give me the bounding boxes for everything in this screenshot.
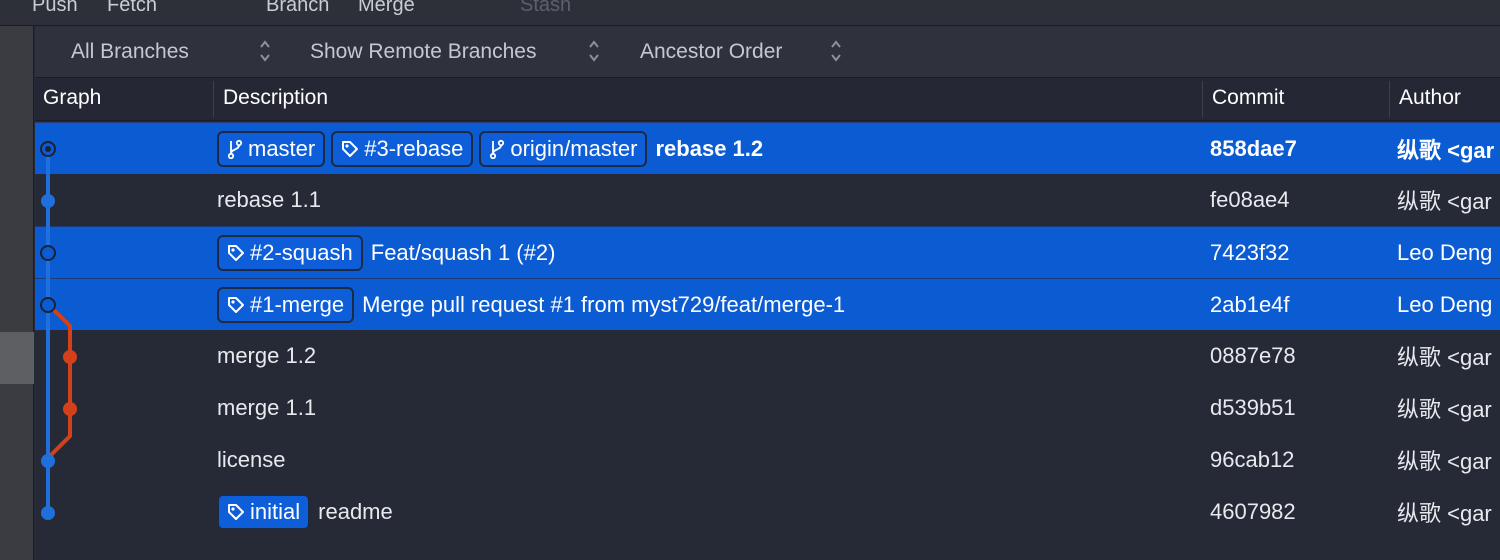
commit-node[interactable]	[40, 297, 56, 313]
commit-row[interactable]: rebase 1.1 fe08ae4 纵歌 <gar	[35, 174, 1500, 226]
branches-stepper-icon[interactable]	[259, 38, 271, 64]
commit-hash: fe08ae4	[1210, 187, 1290, 212]
ref-label: #1-merge	[250, 292, 345, 317]
remote-filter-label: Show Remote Branches	[310, 40, 537, 63]
commit-message: merge 1.1	[217, 395, 317, 420]
ref-label: #3-rebase	[364, 136, 464, 161]
remote-stepper-icon[interactable]	[588, 38, 600, 64]
branches-filter-label: All Branches	[71, 40, 189, 63]
order-stepper-icon[interactable]	[830, 38, 842, 64]
commit-message: Feat/squash 1 (#2)	[370, 240, 556, 265]
sidebar-selected-item[interactable]	[0, 332, 34, 384]
commit-author: 纵歌 <gar	[1397, 345, 1492, 370]
commit-graph	[40, 141, 77, 520]
commit-author: 纵歌 <gar	[1397, 501, 1492, 526]
column-divider[interactable]	[1389, 81, 1390, 117]
branches-filter[interactable]: All Branches	[71, 26, 189, 78]
description-cell: initial readme	[217, 486, 393, 538]
commit-hash: 4607982	[1210, 499, 1296, 524]
tag-badge[interactable]: initial	[217, 494, 311, 530]
commit-hash: 96cab12	[1210, 447, 1295, 472]
commit-node[interactable]	[41, 454, 55, 468]
commit-message: readme	[318, 499, 393, 524]
description-cell: license	[217, 434, 285, 486]
commit-row[interactable]: #2-squash Feat/squash 1 (#2) 7423f32 Leo De…	[35, 226, 1500, 278]
commit-author: Leo Deng	[1397, 292, 1493, 317]
commit-author: 纵歌 <gar	[1397, 138, 1495, 163]
commit-message: merge 1.2	[217, 343, 317, 368]
tag-icon	[228, 504, 244, 520]
stash-button[interactable]: Stash	[520, 0, 571, 17]
branch-badge[interactable]: master	[217, 131, 326, 167]
branch-icon	[227, 139, 243, 159]
commit-node[interactable]	[40, 245, 56, 261]
commit-row[interactable]: merge 1.2 0887e78 纵歌 <gar	[35, 330, 1500, 382]
branch-badge[interactable]: origin/master	[479, 131, 648, 167]
order-filter-label: Ancestor Order	[640, 40, 783, 63]
commit-author: 纵歌 <gar	[1397, 449, 1492, 474]
commit-author: 纵歌 <gar	[1397, 397, 1492, 422]
description-cell: master #3-rebase origin/master rebase 1.2	[217, 123, 763, 175]
fetch-button[interactable]: Fetch	[107, 0, 157, 17]
column-divider[interactable]	[1202, 81, 1203, 117]
column-header: Graph Description Commit Author	[35, 79, 1500, 121]
description-cell: #1-merge Merge pull request #1 from myst7…	[217, 279, 845, 331]
commit-row[interactable]: license 96cab12 纵歌 <gar	[35, 434, 1500, 486]
commit-message: rebase 1.1	[217, 187, 321, 212]
commit-author: Leo Deng	[1397, 240, 1493, 265]
commit-message: Merge pull request #1 from myst729/feat/…	[362, 292, 846, 317]
commit-hash: 7423f32	[1210, 240, 1290, 265]
commit-list: master #3-rebase origin/master rebase 1.2 85…	[35, 122, 1500, 560]
commit-row[interactable]: initial readme 4607982 纵歌 <gar	[35, 486, 1500, 538]
tag-icon	[228, 245, 244, 261]
commit-hash: 0887e78	[1210, 343, 1296, 368]
description-cell: merge 1.1	[217, 382, 316, 434]
description-cell: merge 1.2	[217, 330, 316, 382]
graph-column-header[interactable]: Graph	[43, 79, 101, 121]
ref-label: initial	[250, 499, 301, 524]
tag-icon	[228, 297, 244, 313]
sidebar	[0, 26, 34, 560]
description-cell: rebase 1.1	[217, 174, 321, 226]
push-button[interactable]: Push	[32, 0, 78, 17]
toolbar: Push Fetch Branch Merge Stash	[0, 0, 1500, 26]
commit-row[interactable]: merge 1.1 d539b51 纵歌 <gar	[35, 382, 1500, 434]
remote-branches-filter[interactable]: Show Remote Branches	[310, 26, 536, 78]
commit-row[interactable]: #1-merge Merge pull request #1 from myst7…	[35, 278, 1500, 330]
description-column-header[interactable]: Description	[223, 79, 328, 121]
commit-column-header[interactable]: Commit	[1212, 79, 1284, 121]
commit-author: 纵歌 <gar	[1397, 189, 1492, 214]
ref-label: origin/master	[510, 136, 638, 161]
ref-label: #2-squash	[250, 240, 353, 265]
commit-node[interactable]	[41, 194, 55, 208]
tag-badge[interactable]: #3-rebase	[331, 131, 474, 167]
commit-node[interactable]	[63, 402, 77, 416]
commit-message: rebase 1.2	[655, 136, 764, 161]
filter-bar: All Branches Show Remote Branches Ancest…	[35, 26, 1500, 78]
commit-row[interactable]: master #3-rebase origin/master rebase 1.2 85…	[35, 122, 1500, 174]
commit-hash: 2ab1e4f	[1210, 292, 1290, 317]
commit-hash: 858dae7	[1210, 136, 1297, 161]
column-divider[interactable]	[213, 81, 214, 117]
commit-node[interactable]	[63, 350, 77, 364]
tag-icon	[342, 141, 359, 157]
branch-button[interactable]: Branch	[266, 0, 329, 17]
head-node-center	[45, 146, 51, 152]
commit-message: license	[217, 447, 286, 472]
description-cell: #2-squash Feat/squash 1 (#2)	[217, 227, 555, 279]
branch-icon	[490, 139, 505, 159]
author-column-header[interactable]: Author	[1399, 79, 1461, 121]
commit-node[interactable]	[41, 506, 55, 520]
tag-badge[interactable]: #2-squash	[217, 235, 363, 271]
branch-lane	[46, 303, 72, 460]
commit-hash: d539b51	[1210, 395, 1296, 420]
tag-badge[interactable]: #1-merge	[217, 287, 355, 323]
merge-button[interactable]: Merge	[358, 0, 415, 17]
order-filter[interactable]: Ancestor Order	[640, 26, 782, 78]
ref-label: master	[248, 136, 316, 161]
